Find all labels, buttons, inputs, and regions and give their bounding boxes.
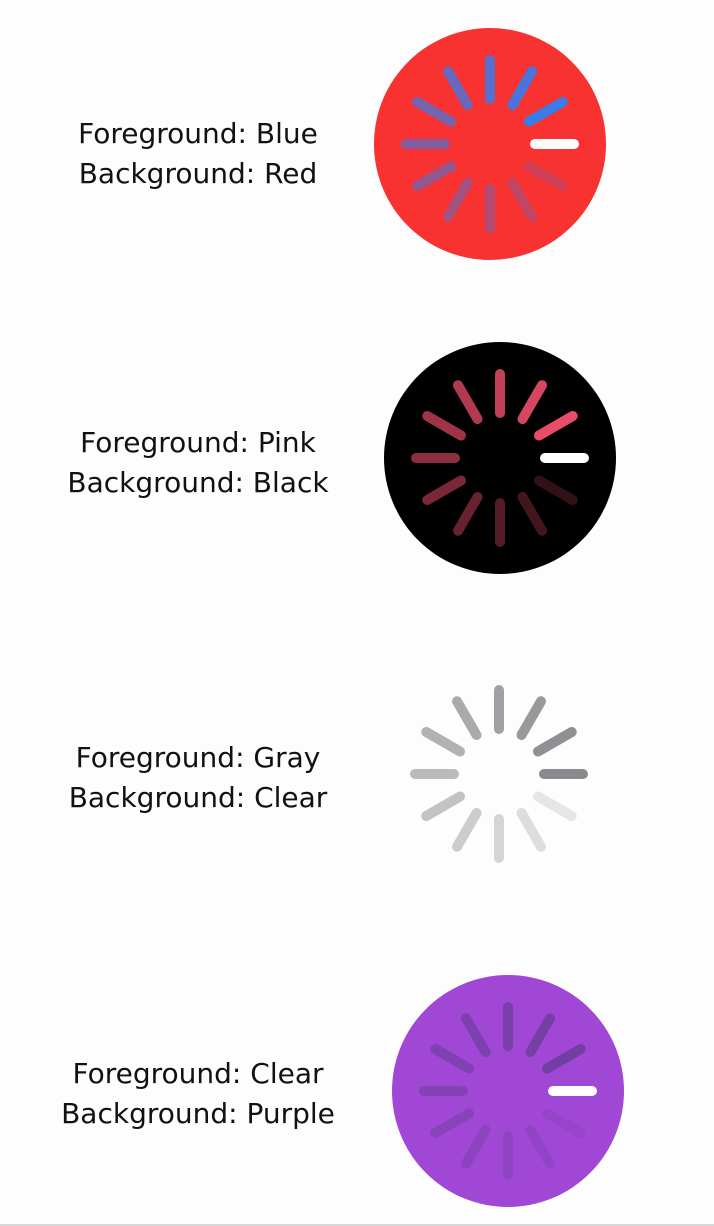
background-label: Background: Purple [61, 1097, 335, 1130]
screen: Foreground: Blue Background: Red Foregro… [0, 0, 714, 1226]
foreground-label: Foreground: Clear [72, 1057, 324, 1090]
spinner-label: Foreground: Gray Background: Clear [38, 738, 358, 818]
spinner-tick [532, 727, 577, 757]
spinner-tick [421, 727, 466, 757]
activity-spinner-icon [392, 975, 624, 1207]
spinner-row-gray-clear: Foreground: Gray Background: Clear [0, 658, 714, 890]
activity-spinner-icon [374, 28, 606, 260]
spinner-row-pink-black: Foreground: Pink Background: Black [0, 342, 714, 574]
spinner-tick [516, 807, 546, 852]
activity-spinner-icon [384, 342, 616, 574]
spinner-row-clear-purple: Foreground: Clear Background: Purple [0, 975, 714, 1207]
foreground-label: Foreground: Gray [75, 741, 321, 774]
background-label: Background: Black [67, 466, 329, 499]
activity-spinner-icon [410, 685, 588, 863]
background-label: Background: Red [78, 157, 318, 190]
spinner-tick [452, 696, 482, 741]
spinner-tick [516, 696, 546, 741]
background-label: Background: Clear [68, 781, 328, 814]
spinner-tick [532, 791, 577, 821]
spinner-label: Foreground: Clear Background: Purple [38, 1054, 358, 1134]
spinner-label: Foreground: Pink Background: Black [38, 423, 358, 503]
foreground-label: Foreground: Blue [78, 117, 318, 150]
spinner-tick [452, 807, 482, 852]
spinner-row-blue-red: Foreground: Blue Background: Red [0, 28, 714, 260]
spinner-label: Foreground: Blue Background: Red [38, 114, 358, 194]
spinner-tick [421, 791, 466, 821]
foreground-label: Foreground: Pink [80, 426, 316, 459]
